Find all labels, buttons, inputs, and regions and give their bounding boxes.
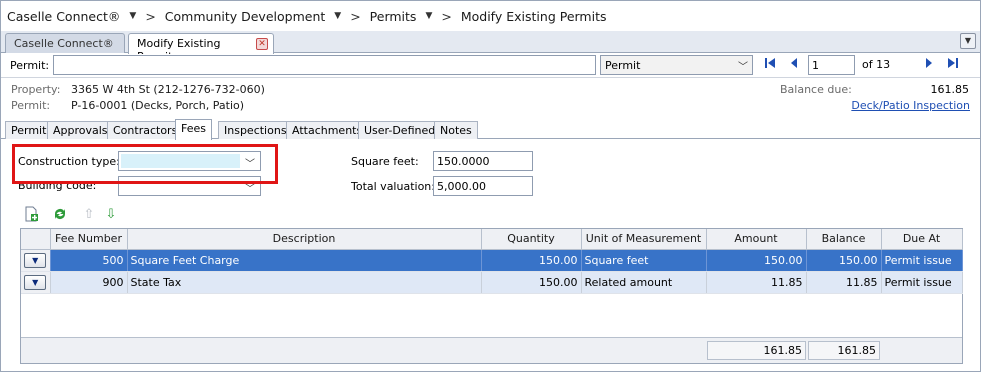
tab-permit[interactable]: Permit	[5, 121, 53, 139]
grid-header-unit[interactable]: Unit of Measurement	[581, 229, 707, 250]
tab-fees[interactable]: Fees	[175, 119, 212, 140]
amount-cell[interactable]: 150.00	[706, 249, 807, 272]
due-at-cell[interactable]: Permit issue	[881, 249, 963, 272]
table-row[interactable]: ▼ 500 Square Feet Charge 150.00 Square f…	[21, 249, 963, 272]
permit-sub-tabs: Permit Approvals Contractors Fees Inspec…	[1, 119, 980, 140]
square-feet-input[interactable]: 150.0000	[433, 151, 533, 171]
row-dropdown-icon[interactable]: ▼	[24, 274, 47, 290]
fee-number-cell[interactable]: 900	[50, 271, 128, 294]
breadcrumb-arrow-icon: ▼	[334, 11, 342, 21]
row-expand-cell: ▼	[21, 271, 51, 294]
doc-tab-modify-existing-permits[interactable]: Modify Existing Permits ✕	[128, 33, 274, 63]
permit-search-input[interactable]	[53, 55, 596, 75]
construction-type-highlight	[12, 144, 278, 184]
breadcrumb-permits[interactable]: Permits	[370, 9, 417, 24]
grid-header-description[interactable]: Description	[127, 229, 482, 250]
grid-totals-row: 161.85 161.85	[21, 337, 962, 363]
tab-contractors[interactable]: Contractors	[107, 121, 184, 139]
fee-number-cell[interactable]: 500	[50, 249, 128, 272]
grid-header-quantity[interactable]: Quantity	[481, 229, 582, 250]
tab-user-defined[interactable]: User-Defined	[358, 121, 442, 139]
previous-record-icon[interactable]	[787, 57, 801, 71]
balance-due-label: Balance due:	[780, 83, 852, 96]
description-cell[interactable]: Square Feet Charge	[127, 249, 482, 272]
due-at-cell[interactable]: Permit issue	[881, 271, 963, 294]
total-valuation-input[interactable]: 5,000.00	[433, 176, 533, 196]
total-amount: 161.85	[707, 341, 806, 360]
breadcrumb: Caselle Connect® ▼ > Community Developmen…	[1, 1, 980, 31]
breadcrumb-separator-icon: >	[145, 8, 156, 24]
amount-cell[interactable]: 11.85	[706, 271, 807, 294]
last-record-icon[interactable]	[946, 57, 960, 71]
document-tab-bar: Caselle Connect® Modify Existing Permits…	[1, 31, 980, 63]
deck-patio-inspection-link[interactable]: Deck/Patio Inspection	[851, 99, 970, 112]
tab-notes[interactable]: Notes	[434, 121, 478, 139]
breadcrumb-arrow-icon: ▼	[129, 11, 137, 21]
permit-info-label: Permit:	[11, 99, 51, 112]
grid-header-row: Fee Number Description Quantity Unit of …	[21, 229, 963, 250]
breadcrumb-separator-icon: >	[350, 8, 361, 24]
fees-panel: Construction type: ﹀ Building code: ﹀ Sq…	[1, 140, 980, 371]
quantity-cell[interactable]: 150.00	[481, 249, 582, 272]
property-label: Property:	[11, 83, 61, 96]
permit-info-value: P-16-0001 (Decks, Porch, Patio)	[71, 99, 245, 112]
breadcrumb-arrow-icon: ▼	[425, 11, 433, 21]
permit-search-bar: Permit: Permit ﹀ 1 of 13	[1, 54, 980, 78]
add-fee-icon[interactable]	[22, 206, 40, 224]
row-expand-cell: ▼	[21, 249, 51, 272]
property-value: 3365 W 4th St (212-1276-732-060)	[71, 83, 265, 96]
description-cell[interactable]: State Tax	[127, 271, 482, 294]
breadcrumb-separator-icon: >	[441, 8, 452, 24]
page-number-input[interactable]: 1	[808, 55, 855, 75]
unit-cell[interactable]: Square feet	[581, 249, 707, 272]
page-count: of 13	[862, 58, 891, 71]
balance-due-value: 161.85	[930, 83, 970, 96]
unit-cell[interactable]: Related amount	[581, 271, 707, 294]
doc-tab-label: Caselle Connect®	[14, 37, 114, 50]
chevron-down-icon: ﹀	[738, 62, 748, 73]
fees-grid: Fee Number Description Quantity Unit of …	[20, 228, 963, 364]
fees-toolbar: ⇧ ⇩	[18, 204, 963, 226]
grid-header-balance[interactable]: Balance	[806, 229, 882, 250]
row-dropdown-icon[interactable]: ▼	[24, 252, 47, 268]
quantity-cell[interactable]: 150.00	[481, 271, 582, 294]
next-record-icon[interactable]	[922, 57, 936, 71]
balance-cell[interactable]: 150.00	[806, 249, 882, 272]
move-down-icon[interactable]: ⇩	[102, 206, 120, 224]
permit-label: Permit:	[10, 59, 50, 72]
balance-cell[interactable]: 11.85	[806, 271, 882, 294]
refresh-icon[interactable]	[51, 206, 69, 224]
permit-info-panel: Property: 3365 W 4th St (212-1276-732-06…	[1, 79, 980, 119]
total-valuation-label: Total valuation:	[351, 180, 435, 193]
tab-attachments[interactable]: Attachments	[286, 121, 369, 139]
first-record-icon[interactable]	[763, 57, 777, 71]
tab-inspections[interactable]: Inspections	[218, 121, 293, 139]
grid-header-fee-number[interactable]: Fee Number	[50, 229, 128, 250]
doc-tab-caselle-connect[interactable]: Caselle Connect®	[5, 33, 125, 53]
breadcrumb-caselle-connect[interactable]: Caselle Connect®	[7, 9, 120, 24]
breadcrumb-modify-existing-permits[interactable]: Modify Existing Permits	[461, 9, 607, 24]
grid-header-due-at[interactable]: Due At	[881, 229, 963, 250]
total-balance: 161.85	[808, 341, 880, 360]
permit-type-value: Permit	[605, 59, 641, 72]
permit-type-select[interactable]: Permit ﹀	[600, 55, 753, 75]
tab-approvals[interactable]: Approvals	[47, 121, 114, 139]
close-tab-icon[interactable]: ✕	[256, 38, 268, 50]
move-up-icon[interactable]: ⇧	[80, 206, 98, 224]
square-feet-label: Square feet:	[351, 155, 419, 168]
grid-header-expand	[21, 229, 51, 250]
breadcrumb-community-development[interactable]: Community Development	[165, 9, 325, 24]
grid-header-amount[interactable]: Amount	[706, 229, 807, 250]
tab-menu-chevron-icon[interactable]: ▼	[960, 33, 976, 49]
table-row[interactable]: ▼ 900 State Tax 150.00 Related amount 11…	[21, 271, 963, 294]
